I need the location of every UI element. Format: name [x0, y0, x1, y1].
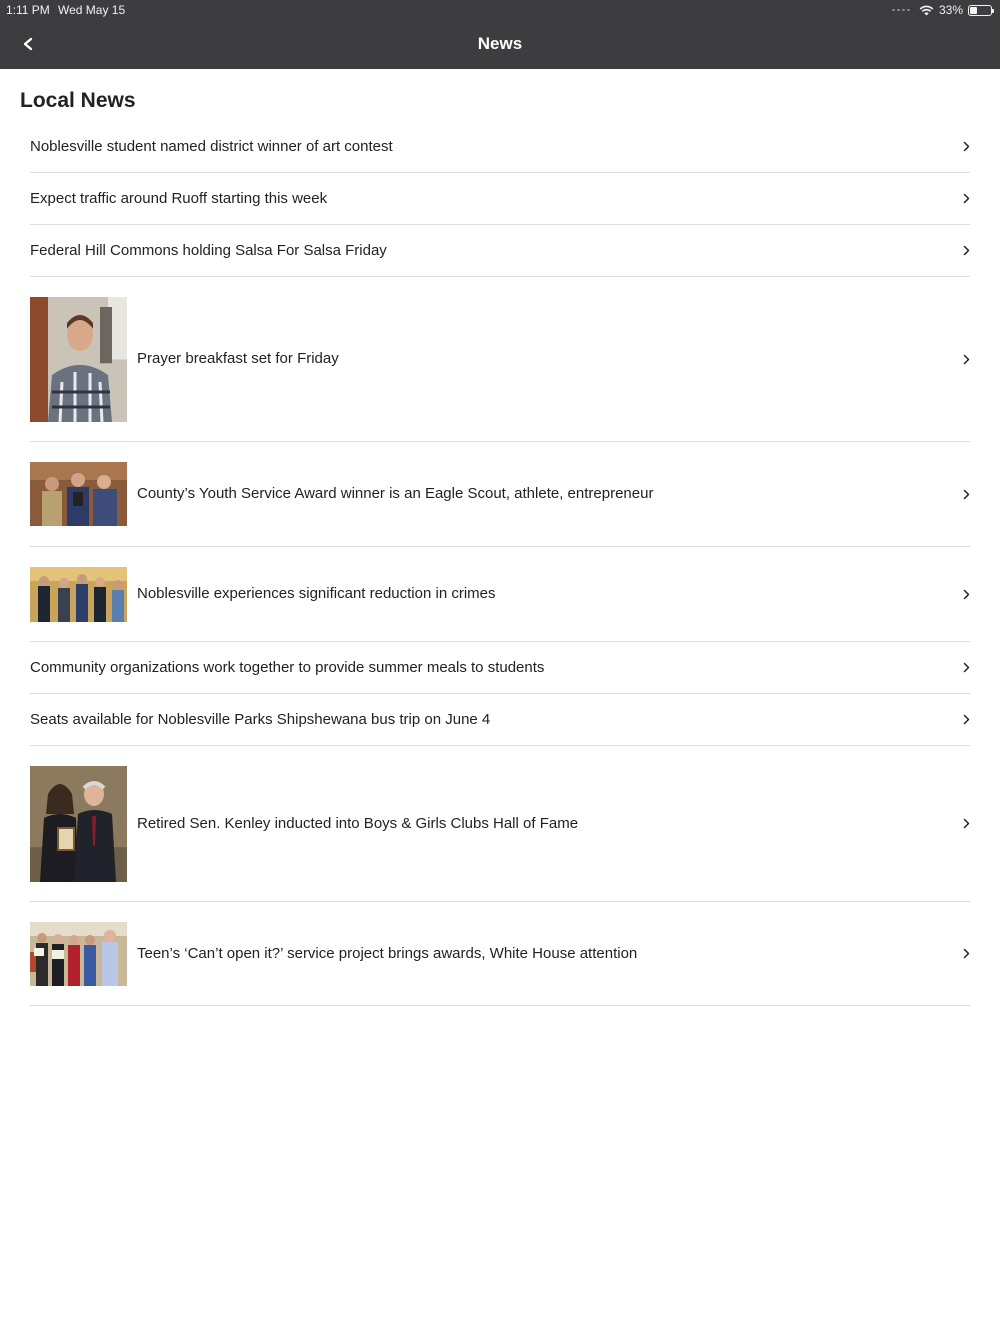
- cellular-signal-icon: [891, 9, 910, 11]
- chevron-right-icon: [954, 486, 970, 502]
- news-headline: County’s Youth Service Award winner is a…: [137, 485, 654, 502]
- chevron-right-icon: [954, 351, 970, 367]
- news-list-item[interactable]: Federal Hill Commons holding Salsa For S…: [30, 225, 970, 277]
- chevron-right-icon: [954, 946, 970, 962]
- chevron-right-icon: [954, 243, 970, 259]
- news-list: Noblesville student named district winne…: [30, 121, 970, 1006]
- news-headline: Expect traffic around Ruoff starting thi…: [30, 189, 328, 207]
- news-thumbnail: [30, 765, 127, 882]
- news-thumbnail: [30, 462, 127, 526]
- page-title: News: [477, 34, 523, 53]
- news-list-item[interactable]: Community organizations work together to…: [30, 642, 970, 694]
- news-list-item[interactable]: County’s Youth Service Award winner is a…: [30, 442, 970, 547]
- news-thumbnail: [30, 921, 127, 986]
- news-list-item[interactable]: Prayer breakfast set for Friday: [30, 277, 970, 442]
- news-headline: Prayer breakfast set for Friday: [137, 350, 339, 367]
- section-title: Local News: [20, 89, 136, 112]
- news-headline: Noblesville student named district winne…: [30, 137, 393, 155]
- news-headline: Federal Hill Commons holding Salsa For S…: [30, 241, 387, 259]
- news-list-item[interactable]: Expect traffic around Ruoff starting thi…: [30, 173, 970, 225]
- news-list-item[interactable]: Noblesville student named district winne…: [30, 121, 970, 173]
- status-time: 1:11 PM: [6, 3, 50, 17]
- news-headline: Seats available for Noblesville Parks Sh…: [30, 710, 491, 728]
- status-right: 33%: [891, 3, 994, 17]
- chevron-right-icon: [954, 139, 970, 155]
- chevron-right-icon: [954, 660, 970, 676]
- news-list-item[interactable]: Retired Sen. Kenley inducted into Boys &…: [30, 746, 970, 902]
- news-headline: Community organizations work together to…: [30, 658, 545, 676]
- battery-icon: [968, 4, 994, 16]
- news-headline: Noblesville experiences significant redu…: [137, 585, 496, 602]
- news-list-item[interactable]: Teen’s ‘Can’t open it?’ service project …: [30, 902, 970, 1006]
- news-list-item[interactable]: Noblesville experiences significant redu…: [30, 547, 970, 642]
- chevron-right-icon: [954, 586, 970, 602]
- wifi-icon: [919, 5, 934, 15]
- chevron-right-icon: [954, 712, 970, 728]
- status-bar: 1:11 PM Wed May 15 33%: [0, 0, 1000, 20]
- chevron-right-icon: [954, 816, 970, 832]
- news-headline: Retired Sen. Kenley inducted into Boys &…: [137, 814, 579, 832]
- status-date: Wed May 15: [58, 3, 126, 17]
- battery-percent: 33%: [938, 3, 963, 17]
- news-thumbnail: [30, 296, 127, 422]
- news-list-item[interactable]: Seats available for Noblesville Parks Sh…: [30, 694, 970, 746]
- news-headline: Teen’s ‘Can’t open it?’ service project …: [137, 944, 638, 962]
- chevron-right-icon: [954, 191, 970, 207]
- nav-bar: News: [0, 20, 1000, 69]
- news-thumbnail: [30, 566, 127, 622]
